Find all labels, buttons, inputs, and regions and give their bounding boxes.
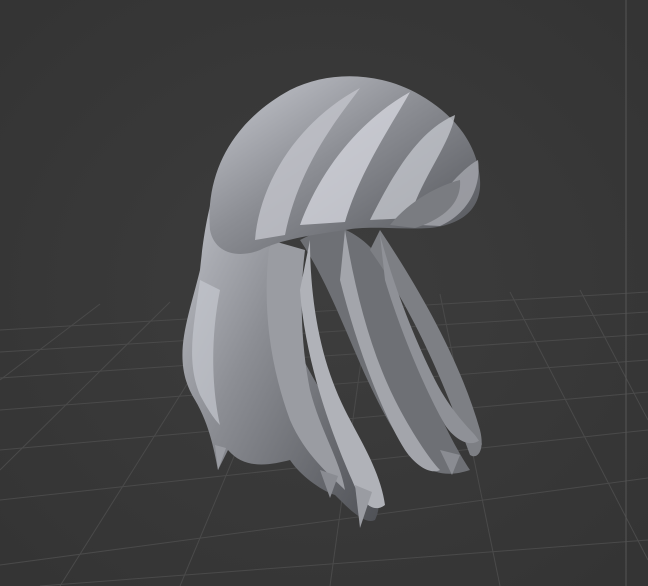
3d-viewport[interactable] bbox=[0, 0, 648, 586]
viewport-canvas[interactable] bbox=[0, 0, 648, 586]
